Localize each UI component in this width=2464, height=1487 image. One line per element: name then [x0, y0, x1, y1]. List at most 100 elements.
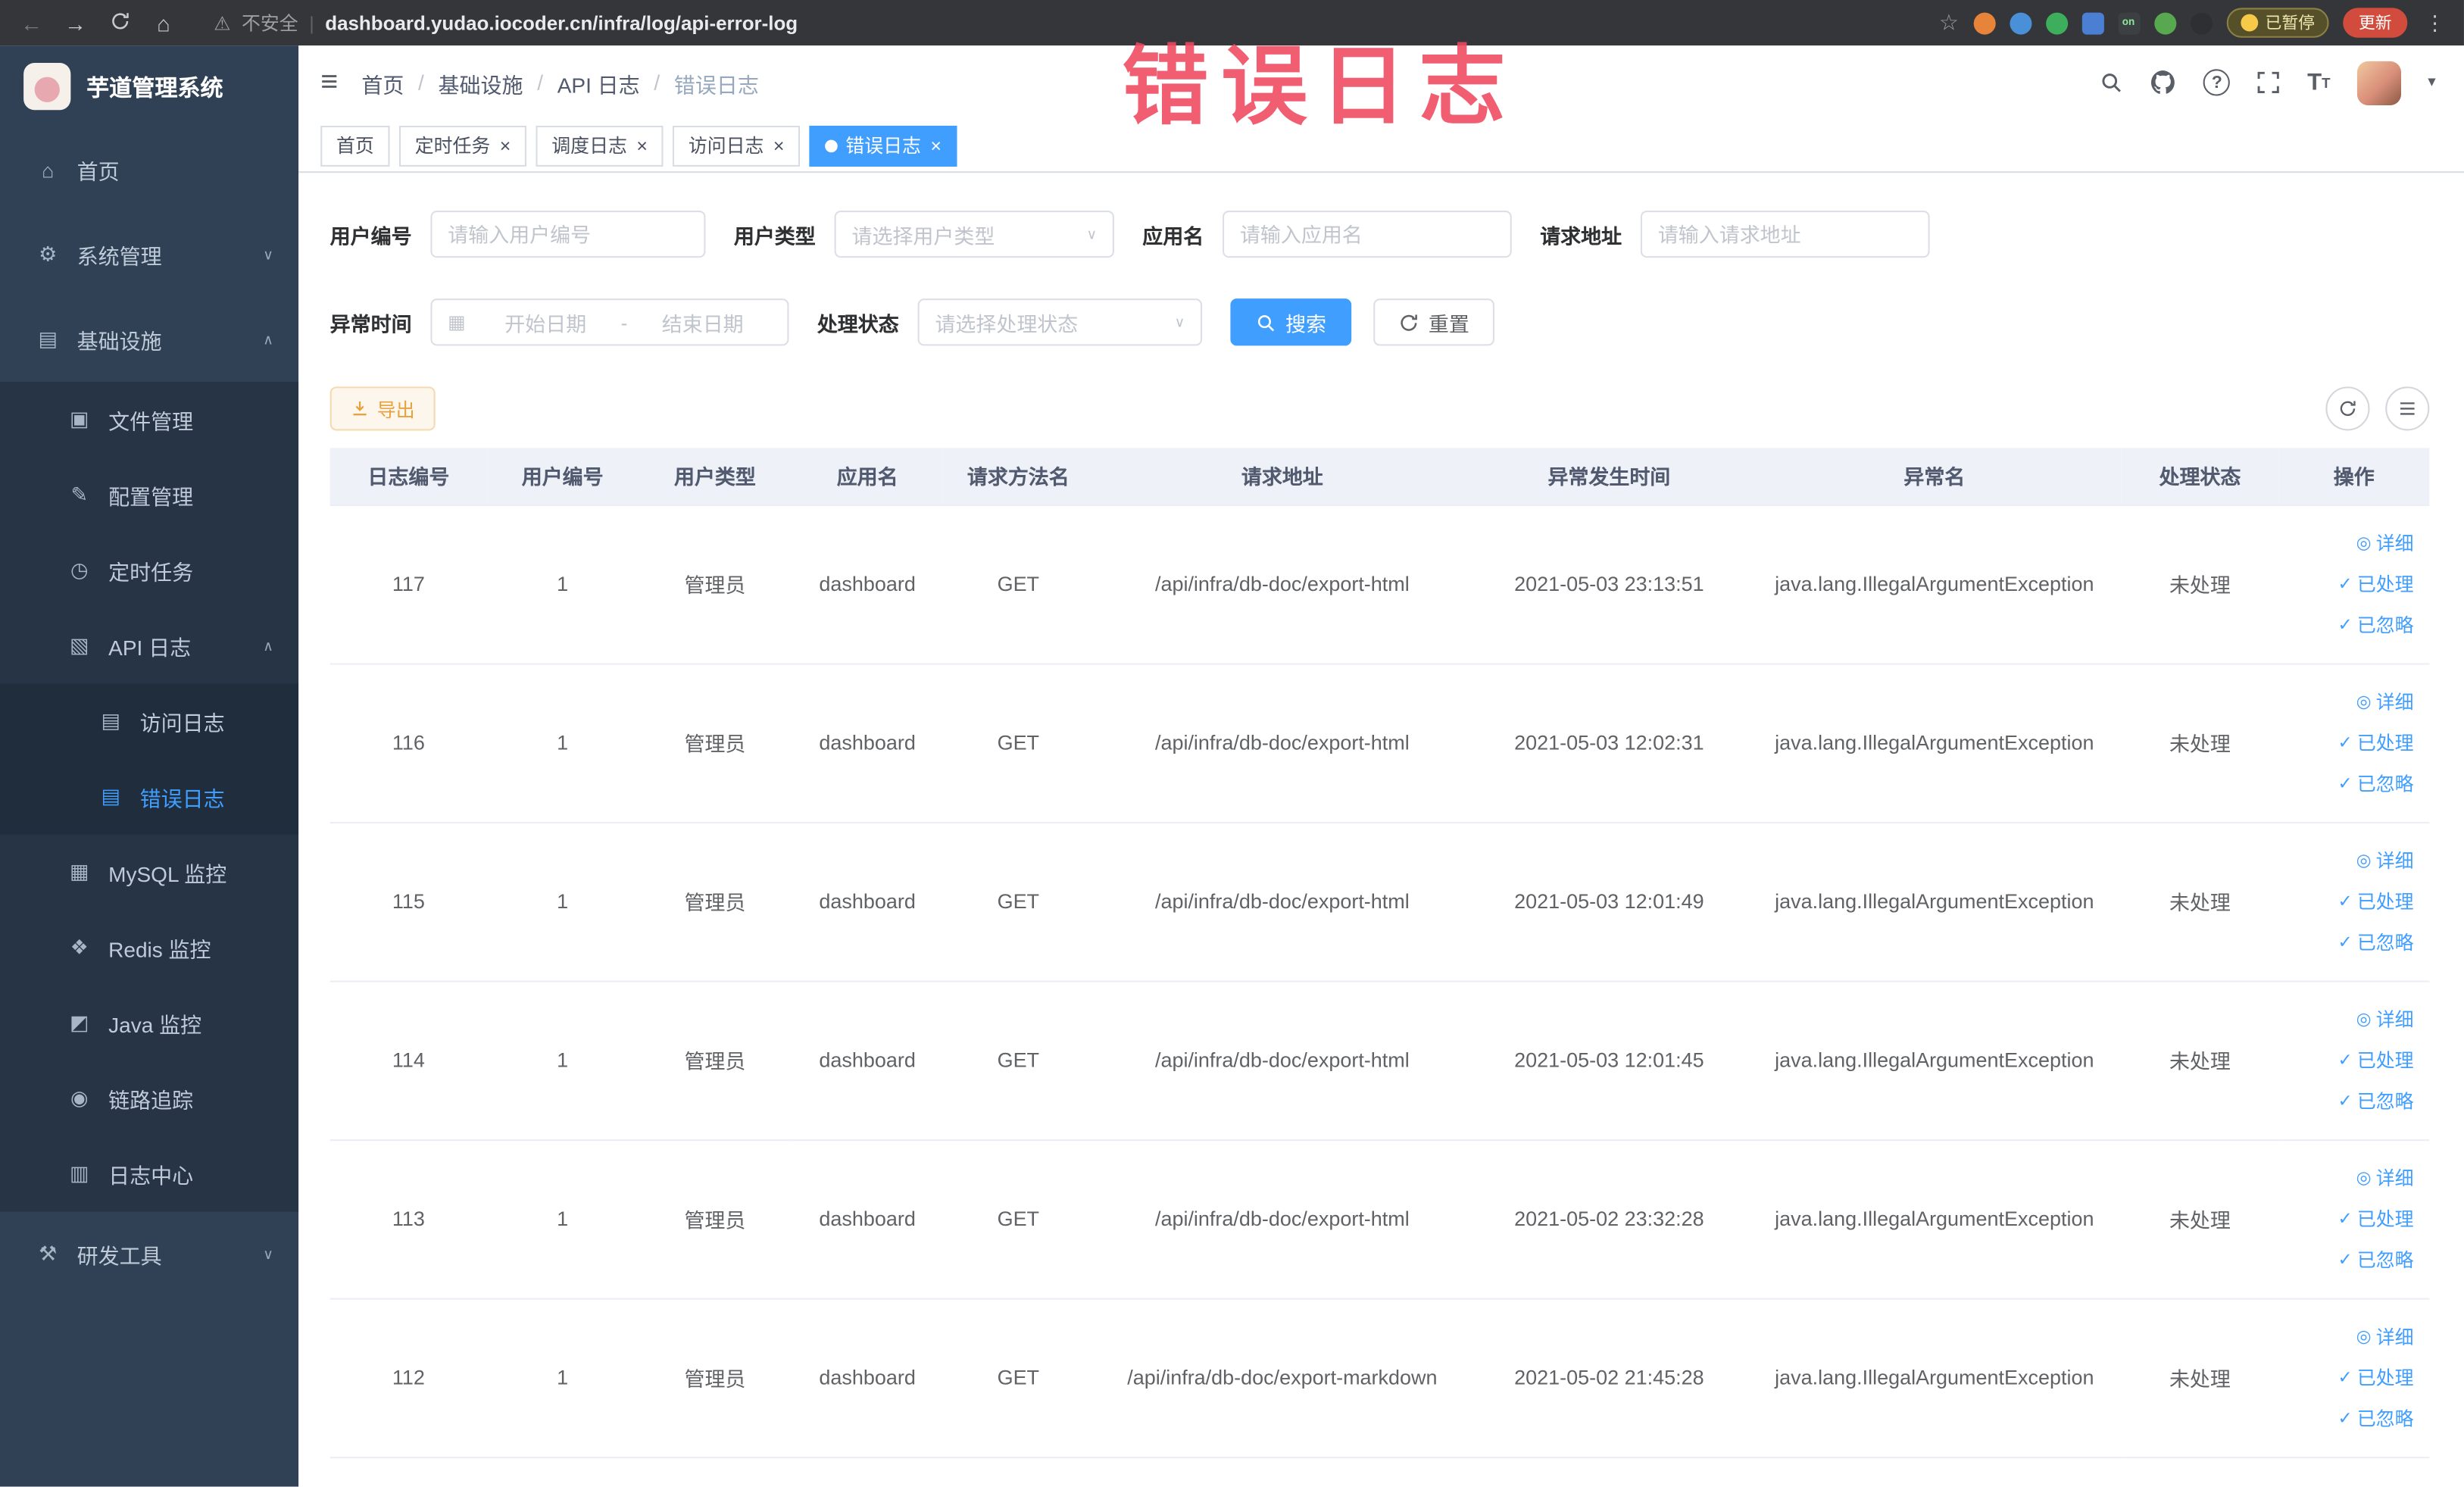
cell-url: /api/infra/db-doc/export-markdown — [1093, 1298, 1471, 1458]
sidebar-item-label: 配置管理 — [108, 486, 194, 510]
sidebar-item-java-monitor[interactable]: ◩ Java 监控 — [0, 985, 299, 1061]
sidebar-item-error-log[interactable]: ▤ 错误日志 — [0, 759, 299, 835]
active-tab-dot — [825, 139, 838, 152]
address-bar[interactable]: ⚠ 不安全 | dashboard.yudao.iocoder.cn/infra… — [192, 9, 1926, 36]
breadcrumb-item[interactable]: API 日志 — [557, 67, 640, 98]
cell-status: 未处理 — [2121, 663, 2279, 823]
columns-settings-button[interactable] — [2385, 386, 2430, 431]
tab-close-icon[interactable]: × — [498, 136, 511, 155]
github-icon[interactable] — [2150, 69, 2177, 95]
cell-time: 2021-05-03 12:02:31 — [1470, 663, 1747, 823]
tab-access-log[interactable]: 访问日志 × — [673, 124, 801, 166]
sidebar-item-api-log[interactable]: ▧ API 日志 ∧ — [0, 608, 299, 684]
home-button-icon[interactable]: ⌂ — [148, 10, 179, 35]
security-label[interactable]: 不安全 — [242, 9, 298, 36]
reset-button[interactable]: 重置 — [1373, 298, 1495, 346]
extension-icon-grid[interactable] — [2081, 11, 2103, 34]
extension-icon-red[interactable] — [1972, 11, 1995, 34]
extension-icon-blue[interactable] — [2009, 11, 2031, 34]
tab-close-icon[interactable]: × — [772, 136, 785, 155]
forward-icon[interactable]: → — [60, 10, 91, 35]
tab-error-log[interactable]: 错误日志 × — [809, 124, 957, 166]
action-processed[interactable]: ✓ 已处理 — [2278, 1357, 2414, 1398]
extension-icon-green[interactable] — [2045, 11, 2068, 34]
cell-status: 未处理 — [2121, 980, 2279, 1141]
sidebar-item-infrastructure[interactable]: ▤ 基础设施 ∧ — [0, 297, 299, 383]
tab-scheduled-jobs[interactable]: 定时任务 × — [398, 124, 527, 166]
action-detail[interactable]: ◎ 详细 — [2278, 523, 2414, 564]
app-name-input[interactable] — [1223, 210, 1512, 258]
action-processed[interactable]: ✓ 已处理 — [2278, 1039, 2414, 1080]
paused-badge[interactable]: 已暂停 — [2225, 8, 2329, 38]
content-area: ≡ 首页 / 基础设施 / API 日志 / 错误日志 ? TT ▾ 首页 定时… — [298, 45, 2464, 1487]
date-range-separator: - — [620, 310, 628, 334]
help-icon[interactable]: ? — [2203, 69, 2231, 96]
search-button[interactable]: 搜索 — [1230, 298, 1352, 346]
chevron-down-icon: ∨ — [1086, 225, 1098, 242]
tab-home[interactable]: 首页 — [320, 124, 390, 166]
action-processed[interactable]: ✓ 已处理 — [2278, 564, 2414, 604]
page-body: 用户编号 用户类型 请选择用户类型 ∨ 应用名 — [298, 173, 2464, 1486]
tab-close-icon[interactable]: × — [929, 136, 942, 155]
user-id-input[interactable] — [430, 210, 706, 258]
config-icon: ✎ — [70, 482, 89, 507]
browser-menu-icon[interactable]: ⋮ — [2422, 10, 2448, 35]
back-icon[interactable]: ← — [16, 10, 47, 35]
action-ignored[interactable]: ✓ 已忽略 — [2278, 1398, 2414, 1439]
sidebar-item-scheduled-jobs[interactable]: ◷ 定时任务 — [0, 533, 299, 608]
sidebar-item-file-management[interactable]: ▣ 文件管理 — [0, 382, 299, 458]
export-button[interactable]: 导出 — [329, 386, 436, 431]
sidebar-item-dev-tools[interactable]: ⚒ 研发工具 ∨ — [0, 1211, 299, 1297]
sidebar-toggle-icon[interactable]: ≡ — [320, 67, 338, 97]
url-text[interactable]: dashboard.yudao.iocoder.cn/infra/log/api… — [325, 12, 798, 34]
breadcrumb-item[interactable]: 基础设施 — [439, 67, 523, 98]
search-icon[interactable] — [2100, 70, 2123, 94]
bookmark-star-icon[interactable]: ☆ — [1939, 9, 1959, 36]
app-name-label: 应用名 — [1142, 223, 1204, 248]
sidebar-item-mysql-monitor[interactable]: ▦ MySQL 监控 — [0, 834, 299, 911]
user-type-select[interactable]: 请选择用户类型 ∨ — [834, 210, 1114, 258]
sidebar-item-config-management[interactable]: ✎ 配置管理 — [0, 457, 299, 533]
extension-icon-on-badge[interactable]: on — [2117, 11, 2140, 34]
process-status-label: 处理状态 — [817, 311, 899, 336]
cell-id: 112 — [329, 1298, 488, 1458]
refresh-button[interactable] — [2325, 386, 2370, 431]
action-label: 已处理 — [2356, 573, 2414, 595]
action-detail[interactable]: ◎ 详细 — [2278, 1316, 2414, 1357]
action-processed[interactable]: ✓ 已处理 — [2278, 722, 2414, 763]
fullscreen-icon[interactable] — [2257, 70, 2281, 94]
sidebar-item-access-log[interactable]: ▤ 访问日志 — [0, 683, 299, 760]
request-url-input[interactable] — [1641, 210, 1930, 258]
action-ignored[interactable]: ✓ 已忽略 — [2278, 604, 2414, 645]
action-processed[interactable]: ✓ 已处理 — [2278, 881, 2414, 922]
process-status-select[interactable]: 请选择处理状态 ∨ — [917, 298, 1203, 346]
exception-time-range[interactable]: ▦ 开始日期 - 结束日期 — [430, 298, 789, 346]
action-ignored[interactable]: ✓ 已忽略 — [2278, 763, 2414, 804]
chevron-down-icon[interactable]: ▾ — [2428, 74, 2435, 92]
sidebar-item-system-management[interactable]: ⚙ 系统管理 ∨ — [0, 212, 299, 298]
action-ignored[interactable]: ✓ 已忽略 — [2278, 922, 2414, 963]
font-size-icon[interactable]: TT — [2307, 69, 2330, 95]
reload-icon[interactable] — [104, 10, 135, 35]
tab-schedule-log[interactable]: 调度日志 × — [536, 124, 664, 166]
cell-method: GET — [942, 980, 1094, 1141]
update-button[interactable]: 更新 — [2343, 8, 2408, 38]
sidebar-item-log-center[interactable]: ▥ 日志中心 — [0, 1136, 299, 1212]
action-detail[interactable]: ◎ 详细 — [2278, 681, 2414, 722]
sidebar-item-redis-monitor[interactable]: ❖ Redis 监控 — [0, 910, 299, 986]
sidebar-item-home[interactable]: ⌂ 首页 — [0, 127, 299, 213]
action-detail[interactable]: ◎ 详细 — [2278, 840, 2414, 881]
action-detail[interactable]: ◎ 详细 — [2278, 998, 2414, 1039]
action-detail[interactable]: ◎ 详细 — [2278, 1157, 2414, 1198]
infrastructure-icon: ▤ — [38, 326, 58, 351]
action-ignored[interactable]: ✓ 已忽略 — [2278, 1239, 2414, 1280]
extension-icon-dark[interactable] — [2189, 11, 2212, 34]
request-url-label: 请求地址 — [1540, 223, 1622, 248]
breadcrumb-item[interactable]: 首页 — [361, 67, 404, 98]
action-processed[interactable]: ✓ 已处理 — [2278, 1198, 2414, 1239]
extension-icon-leaf[interactable] — [2153, 11, 2176, 34]
tab-close-icon[interactable]: × — [635, 136, 648, 155]
sidebar-item-trace[interactable]: ◉ 链路追踪 — [0, 1061, 299, 1136]
avatar[interactable] — [2356, 60, 2401, 105]
action-ignored[interactable]: ✓ 已忽略 — [2278, 1080, 2414, 1121]
